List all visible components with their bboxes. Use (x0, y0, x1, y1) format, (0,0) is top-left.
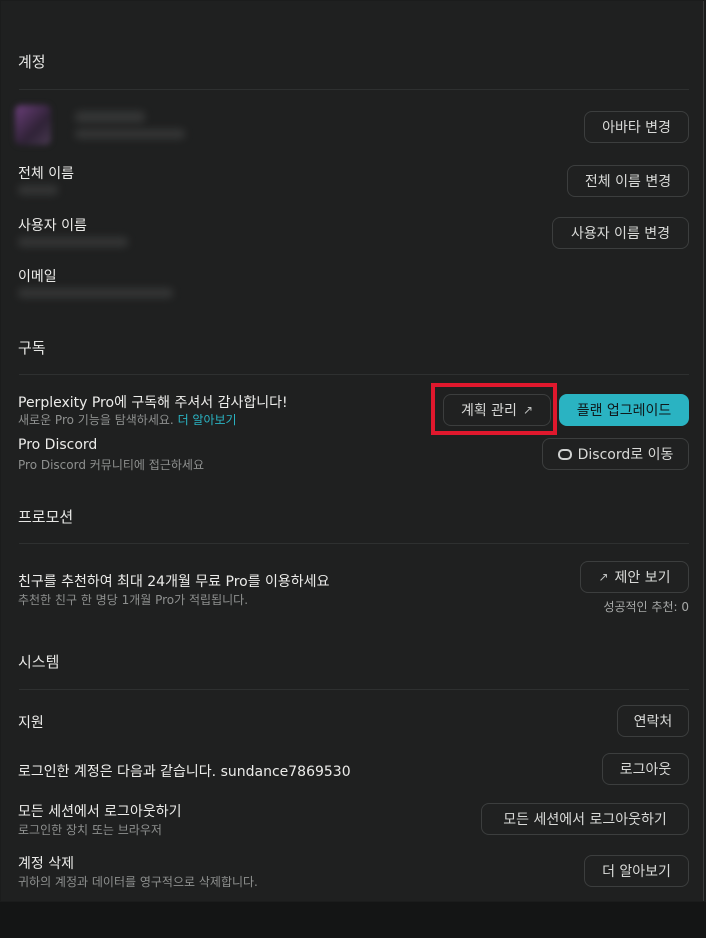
pro-discord-sub: Pro Discord 커뮤니티에 접근하세요 (18, 458, 204, 472)
view-offer-label: 제안 보기 (614, 570, 671, 586)
logout-all-sessions-button[interactable]: 모든 세션에서 로그아웃하기 (481, 803, 689, 835)
highlight-box (431, 383, 557, 435)
email-label: 이메일 (18, 269, 57, 285)
divider (19, 89, 689, 90)
divider (19, 374, 689, 375)
subscription-thanks: Perplexity Pro에 구독해 주셔서 감사합니다! (18, 395, 288, 411)
settings-panel: 계정 아바타 변경 전체 이름 전체 이름 변경 사용자 이름 사용자 이름 변… (1, 1, 704, 901)
discord-button[interactable]: Discord로 이동 (542, 438, 689, 470)
change-username-button[interactable]: 사용자 이름 변경 (552, 217, 689, 249)
discord-button-label: Discord로 이동 (577, 447, 674, 463)
logged-in-account: 로그인한 계정은 다음과 같습니다. sundance7869530 (18, 764, 351, 780)
learn-more-link[interactable]: 더 알아보기 (178, 413, 237, 427)
logout-button[interactable]: 로그아웃 (602, 753, 689, 785)
full-name-label: 전체 이름 (18, 166, 74, 182)
delete-learn-more-button[interactable]: 더 알아보기 (584, 855, 689, 887)
bottom-bar (0, 902, 706, 938)
blurred-handle (75, 129, 185, 139)
explore-text: 새로운 Pro 기능을 탐색하세요. (18, 413, 174, 427)
external-arrow-icon: ↗ (598, 570, 609, 584)
blurred-full-name (18, 185, 58, 195)
divider (19, 689, 689, 690)
blurred-name (75, 111, 145, 123)
successful-referrals: 성공적인 추천: 0 (603, 600, 689, 614)
section-title-subscription: 구독 (18, 339, 46, 357)
blurred-username (18, 237, 128, 247)
pro-discord-title: Pro Discord (18, 437, 98, 453)
divider (19, 543, 689, 544)
blurred-email (18, 288, 173, 298)
contact-button[interactable]: 연락처 (617, 705, 689, 737)
promotion-title: 친구를 추천하여 최대 24개월 무료 Pro를 이용하세요 (18, 574, 330, 590)
subscription-explore: 새로운 Pro 기능을 탐색하세요. 더 알아보기 (18, 411, 237, 428)
username-label: 사용자 이름 (18, 218, 87, 234)
avatar[interactable] (15, 105, 51, 145)
discord-icon (557, 448, 572, 460)
section-title-promotion: 프로모션 (18, 508, 74, 526)
section-title-account: 계정 (18, 53, 46, 71)
logout-all-sub: 로그인한 장치 또는 브라우저 (18, 823, 162, 837)
support-label: 지원 (18, 715, 44, 731)
promotion-sub: 추천한 친구 한 명당 1개월 Pro가 적립됩니다. (18, 593, 249, 607)
section-title-system: 시스템 (18, 653, 60, 671)
delete-account-title: 계정 삭제 (18, 856, 74, 872)
change-full-name-button[interactable]: 전체 이름 변경 (567, 165, 689, 197)
logout-all-title: 모든 세션에서 로그아웃하기 (18, 804, 182, 820)
upgrade-plan-button[interactable]: 플랜 업그레이드 (559, 394, 689, 426)
change-avatar-button[interactable]: 아바타 변경 (584, 111, 689, 143)
view-offer-button[interactable]: ↗ 제안 보기 (580, 561, 689, 593)
delete-account-sub: 귀하의 계정과 데이터를 영구적으로 삭제합니다. (18, 875, 258, 889)
